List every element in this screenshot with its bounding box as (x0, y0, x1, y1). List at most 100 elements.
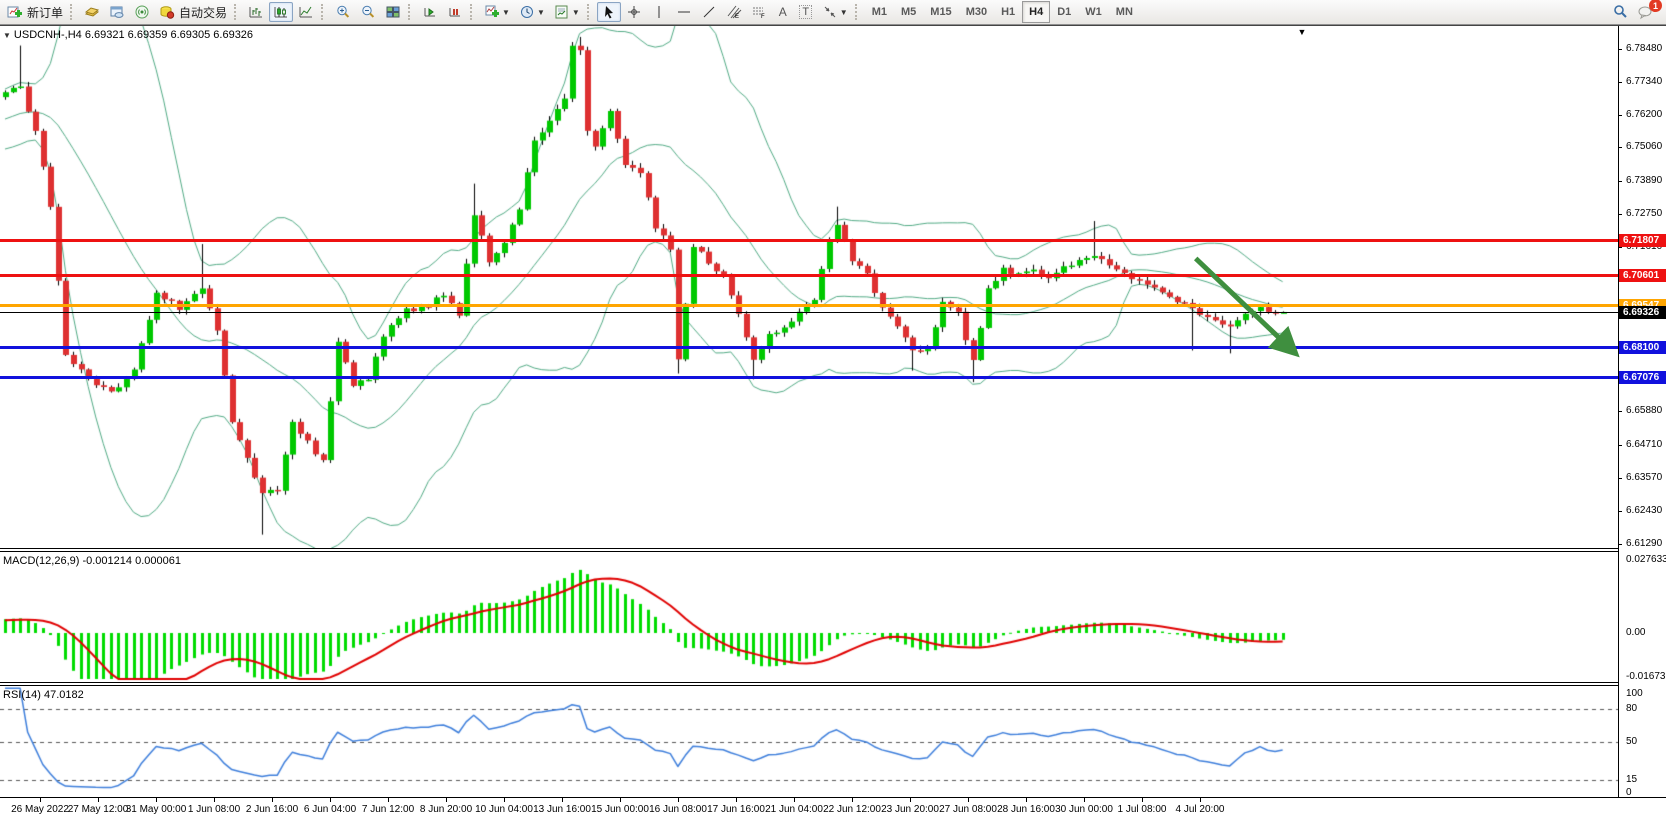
search-button[interactable] (1608, 2, 1632, 22)
tf-button-H1[interactable]: H1 (994, 1, 1022, 23)
time-tick-mark (446, 798, 447, 802)
time-tick-mark (678, 798, 679, 802)
zoom-in-button[interactable] (331, 2, 355, 22)
crosshair-icon (626, 4, 642, 20)
text-tool-icon: A (779, 5, 787, 19)
time-axis-label: 16 Jun 08:00 (649, 804, 707, 815)
new-order-button[interactable]: 新订单 (3, 2, 67, 22)
tf-button-M30[interactable]: M30 (959, 1, 994, 23)
vertical-line-tool-button[interactable] (647, 2, 671, 22)
autotrading-button[interactable]: 自动交易 (155, 2, 231, 22)
time-axis[interactable]: 26 May 202227 May 12:0031 May 00:001 Jun… (0, 797, 1666, 820)
market-watch-button[interactable] (80, 2, 104, 22)
candlestick-chart-canvas[interactable] (0, 26, 1618, 548)
time-axis-label: 10 Jun 04:00 (475, 804, 533, 815)
axis-tick-label: 6.63570 (1626, 472, 1662, 483)
axis-tick-label: 6.61290 (1626, 538, 1662, 549)
axis-tick-label: 6.62430 (1626, 505, 1662, 516)
axis-tick-label: 6.64710 (1626, 439, 1662, 450)
support-resistance-line[interactable] (0, 304, 1618, 307)
label-tool-icon: T (799, 5, 812, 19)
text-tool-button[interactable]: A (772, 2, 794, 22)
axis-tick-label: -0.016736 (1626, 671, 1666, 682)
chart-window-icon (109, 4, 125, 20)
price-line-badge: 6.67076 (1619, 371, 1666, 384)
candlestick-chart-button[interactable] (269, 2, 293, 22)
chart-window-button[interactable] (105, 2, 129, 22)
signals-button[interactable] (130, 2, 154, 22)
time-tick-mark (968, 798, 969, 802)
timeframe-bar: M1M5M15M30H1H4D1W1MN (865, 1, 1140, 23)
cursor-tool-button[interactable] (597, 2, 621, 22)
price-line-badge: 6.70601 (1619, 269, 1666, 282)
equidistant-channel-tool-button[interactable]: E (722, 2, 746, 22)
time-axis-label: 23 Jun 20:00 (881, 804, 939, 815)
axis-tick-label: 6.76200 (1626, 109, 1662, 120)
current-price[interactable] (0, 312, 1618, 313)
time-axis-label: 8 Jun 20:00 (420, 804, 472, 815)
price-line-badge: 6.69326 (1619, 306, 1666, 319)
tf-button-H4[interactable]: H4 (1022, 1, 1050, 23)
step-pause-icon (447, 4, 463, 20)
toolbar-grip (587, 4, 593, 20)
tf-button-M1[interactable]: M1 (865, 1, 894, 23)
chart-shift-marker: ▼ (1298, 27, 1307, 37)
zoom-out-button[interactable] (356, 2, 380, 22)
notification-count-badge: 1 (1649, 0, 1662, 12)
horizontal-line-tool-button[interactable] (672, 2, 696, 22)
support-resistance-line[interactable] (0, 274, 1618, 277)
time-axis-label: 4 Jul 20:00 (1176, 804, 1225, 815)
trendline-icon (701, 4, 717, 20)
support-resistance-line[interactable] (0, 376, 1618, 379)
periods-dropdown[interactable]: ▼ (515, 2, 549, 22)
tf-button-D1[interactable]: D1 (1050, 1, 1078, 23)
autotrading-icon (159, 4, 175, 20)
arrows-dropdown[interactable]: ▼ (818, 2, 852, 22)
templates-dropdown[interactable]: ▼ (550, 2, 584, 22)
chart-window: ▼USDCNH-,H4 6.69321 6.69359 6.69305 6.69… (0, 25, 1666, 820)
macd-pane-canvas[interactable] (0, 552, 1618, 682)
collapse-icon[interactable]: ▼ (3, 31, 11, 40)
label-tool-button[interactable]: T (795, 2, 817, 22)
time-axis-label: 27 May 12:00 (68, 804, 129, 815)
tile-windows-button[interactable] (381, 2, 405, 22)
tf-button-M15[interactable]: M15 (923, 1, 958, 23)
tf-button-MN[interactable]: MN (1109, 1, 1140, 23)
step-forward-button[interactable] (418, 2, 442, 22)
time-tick-mark (1142, 798, 1143, 802)
indicators-dropdown[interactable]: ▼ (480, 2, 514, 22)
time-axis-label: 2 Jun 16:00 (246, 804, 298, 815)
tf-button-M5[interactable]: M5 (894, 1, 923, 23)
svg-text:E: E (735, 14, 739, 20)
clock-icon (519, 4, 535, 20)
toolbar-grip (855, 4, 861, 20)
support-resistance-line[interactable] (0, 346, 1618, 349)
mt4-terminal: 新订单 自动交易 (0, 0, 1666, 820)
time-tick-mark (388, 798, 389, 802)
arrows-icon (822, 4, 838, 20)
trendline-tool-button[interactable] (697, 2, 721, 22)
time-tick-mark (620, 798, 621, 802)
toolbar-grip (70, 4, 76, 20)
equidistant-channel-icon: E (726, 4, 742, 20)
autotrading-label: 自动交易 (179, 4, 227, 21)
support-resistance-line[interactable] (0, 239, 1618, 242)
time-tick-mark (272, 798, 273, 802)
rsi-pane-canvas[interactable] (0, 686, 1618, 797)
chevron-down-icon: ▼ (840, 8, 848, 17)
toolbar-grip (470, 4, 476, 20)
crosshair-tool-button[interactable] (622, 2, 646, 22)
axis-tick-mark (1619, 411, 1622, 412)
price-axis[interactable]: 6.784806.773406.762006.750606.738906.727… (1619, 26, 1666, 820)
tile-windows-icon (385, 4, 401, 20)
axis-tick-mark (1619, 544, 1622, 545)
fibonacci-tool-button[interactable]: F (747, 2, 771, 22)
step-pause-button[interactable] (443, 2, 467, 22)
notifications-button[interactable]: 1 (1633, 2, 1657, 22)
axis-tick-mark (1619, 214, 1622, 215)
tf-button-W1[interactable]: W1 (1078, 1, 1109, 23)
axis-tick-mark (1619, 445, 1622, 446)
chevron-down-icon: ▼ (537, 8, 545, 17)
bar-chart-button[interactable] (244, 2, 268, 22)
line-chart-button[interactable] (294, 2, 318, 22)
